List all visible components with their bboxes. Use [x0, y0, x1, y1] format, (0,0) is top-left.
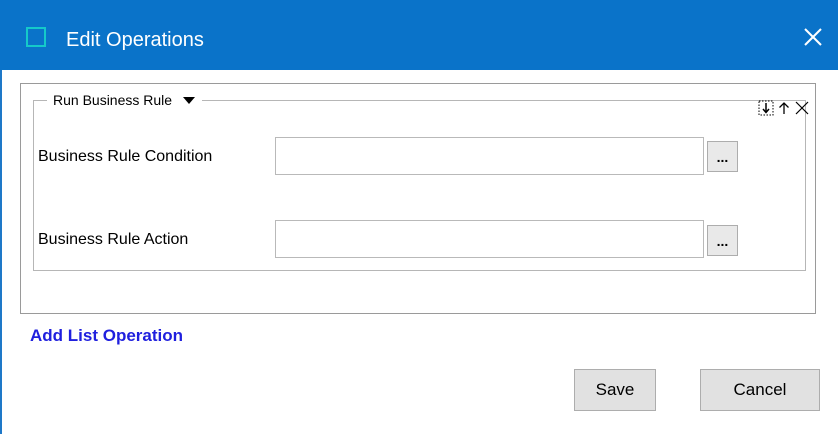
action-label: Business Rule Action: [38, 231, 189, 248]
action-browse-button[interactable]: ...: [707, 225, 738, 256]
move-up-button[interactable]: [776, 100, 792, 116]
title-bar: Edit Operations: [0, 0, 838, 70]
close-icon: [804, 28, 822, 46]
condition-label: Business Rule Condition: [38, 148, 213, 165]
group-legend-label: Run Business Rule: [53, 92, 173, 108]
close-button[interactable]: [800, 24, 826, 50]
add-list-operation-link[interactable]: Add List Operation: [30, 326, 183, 346]
insert-below-button[interactable]: [758, 100, 774, 116]
remove-button[interactable]: [794, 100, 810, 116]
condition-browse-button[interactable]: ...: [707, 141, 738, 172]
insert-below-icon: [758, 100, 774, 116]
cancel-button[interactable]: Cancel: [700, 369, 820, 411]
save-button[interactable]: Save: [574, 369, 656, 411]
condition-input[interactable]: [275, 137, 704, 175]
remove-icon: [795, 101, 809, 115]
window-border: [0, 70, 2, 434]
app-window-icon: [26, 27, 46, 47]
dropdown-caret-icon[interactable]: [182, 95, 196, 105]
group-toolbar: [758, 100, 810, 116]
group-legend: Run Business Rule: [47, 90, 203, 110]
window-title: Edit Operations: [66, 29, 204, 51]
move-up-icon: [779, 102, 789, 114]
action-input[interactable]: [275, 220, 704, 258]
